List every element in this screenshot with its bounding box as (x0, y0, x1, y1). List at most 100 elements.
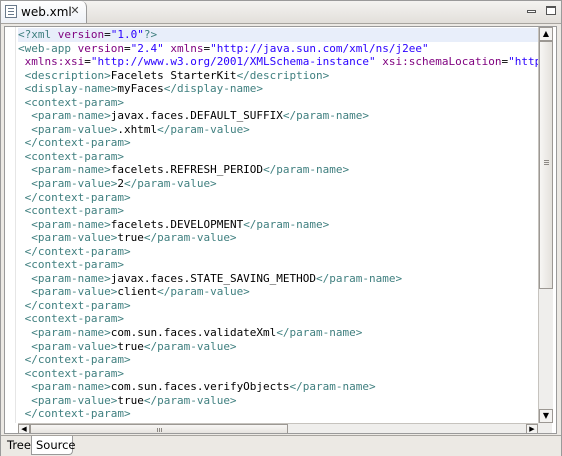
arrow-down-icon[interactable]: ▼ (539, 409, 553, 423)
arrow-left-icon[interactable]: ◀ (18, 424, 30, 433)
code-token: ?> (143, 28, 158, 41)
code-token: client (117, 285, 158, 299)
code-line[interactable]: </context-param> (18, 191, 538, 205)
code-token: <context-param> (24, 366, 124, 380)
code-line[interactable]: <param-value>true</param-value> (18, 394, 538, 408)
horizontal-scrollbar[interactable]: ◀ ▶ (18, 423, 538, 433)
code-line[interactable]: xmlns:xsi="http://www.w3.org/2001/XMLSch… (18, 55, 538, 69)
code-token: "http:/ (508, 55, 538, 69)
code-line[interactable]: <param-name>com.sun.faces.verifyObjects<… (18, 380, 538, 394)
vertical-ruler (5, 27, 16, 423)
maximize-icon[interactable] (544, 4, 558, 18)
code-token: version (77, 41, 124, 55)
code-line[interactable]: <param-name>facelets.REFRESH_PERIOD</par… (18, 163, 538, 177)
code-line[interactable]: <?xml version="1.0"?> (18, 28, 538, 42)
editor-tab-title: web.xml (21, 5, 72, 19)
close-icon[interactable]: ✕ (69, 5, 81, 17)
code-line[interactable]: <context-param> (18, 312, 538, 326)
code-line[interactable]: <param-value>client</param-value> (18, 285, 538, 299)
editor-tab-web-xml[interactable]: web.xml ✕ (1, 1, 87, 23)
code-token: xsi:schemaLocation (382, 55, 502, 69)
code-token: </param-value> (143, 393, 237, 407)
tab-source[interactable]: Source (31, 436, 76, 455)
code-line[interactable]: <param-name>javax.faces.STATE_SAVING_MET… (18, 272, 538, 286)
code-token: <context-param> (24, 95, 124, 109)
code-token: </param-name> (289, 380, 376, 394)
code-token: facelets.REFRESH_PERIOD (110, 163, 264, 177)
arrow-right-icon[interactable]: ▶ (526, 424, 538, 433)
code-line[interactable]: <context-param> (18, 367, 538, 381)
code-token: <context-param> (24, 312, 124, 326)
code-token: </context-param> (24, 244, 131, 258)
code-line[interactable]: </context-param> (18, 299, 538, 313)
code-line[interactable]: <context-param> (18, 150, 538, 164)
editor-tab-bar: web.xml ✕ (1, 1, 561, 24)
code-token: .xhtml (117, 122, 158, 136)
code-area[interactable]: <?xml version="1.0"?> <web-app version="2… (18, 28, 538, 422)
minimize-icon[interactable] (525, 4, 539, 18)
code-token: true (117, 339, 144, 353)
code-line[interactable]: </context-param> (18, 353, 538, 367)
code-line[interactable]: <param-name>com.sun.faces.validateXml</p… (18, 326, 538, 340)
vertical-scroll-thumb[interactable] (539, 41, 553, 289)
tab-tree[interactable]: Tree (3, 436, 31, 455)
code-token: </context-param> (24, 407, 131, 421)
code-line[interactable]: <context-param> (18, 96, 538, 110)
code-line[interactable]: <param-name>facelets.DEVELOPMENT</param-… (18, 218, 538, 232)
code-line[interactable]: </context-param> (18, 407, 538, 421)
code-line[interactable]: <param-name>javax.faces.DEFAULT_SUFFIX</… (18, 109, 538, 123)
code-token: 2 (117, 177, 124, 191)
horizontal-scroll-thumb[interactable] (30, 424, 288, 433)
code-token: </param-name> (282, 109, 370, 123)
code-line[interactable]: <param-value>2</param-value> (18, 177, 538, 191)
code-token: com.sun.faces.validateXml (110, 326, 277, 340)
code-token: xmlns:xsi (24, 55, 85, 69)
code-line[interactable]: <web-app version="2.4" xmlns="http://jav… (18, 42, 538, 56)
code-line[interactable]: <param-value>.xhtml</param-value> (18, 123, 538, 137)
vertical-scrollbar[interactable]: ▲ ▼ (538, 27, 553, 423)
code-token: </param-value> (123, 177, 217, 191)
code-line[interactable]: <param-value>true</param-value> (18, 340, 538, 354)
code-line[interactable]: <context-param> (18, 258, 538, 272)
code-token: <? (18, 28, 32, 41)
code-token: </context-param> (24, 136, 131, 150)
code-line[interactable]: </context-param> (18, 136, 538, 150)
code-token: <param-value> (31, 285, 118, 299)
code-token: "2.4" (130, 41, 164, 55)
code-line[interactable]: </context-param> (18, 245, 538, 259)
arrow-up-icon[interactable]: ▲ (539, 27, 553, 41)
code-token: = (84, 55, 91, 69)
code-token: </param-value> (157, 122, 250, 136)
code-token: <context-param> (24, 204, 124, 218)
code-token: <web-app (18, 41, 78, 55)
code-token: xmlns (170, 41, 204, 55)
code-line[interactable]: <description>Facelets StarterKit</descri… (18, 69, 538, 83)
code-token: <param-name> (31, 163, 111, 177)
code-token: <param-value> (31, 177, 118, 191)
code-line[interactable]: <param-value>true</param-value> (18, 231, 538, 245)
code-token: </display-name> (163, 82, 264, 96)
code-token: </description> (236, 68, 330, 82)
code-token: </param-name> (263, 163, 350, 177)
source-editor[interactable]: <?xml version="1.0"?> <web-app version="2… (4, 26, 557, 434)
code-line[interactable]: <context-param> (18, 204, 538, 218)
code-line[interactable]: <display-name>myFaces</display-name> (18, 82, 538, 96)
code-token: </param-name> (316, 271, 403, 285)
